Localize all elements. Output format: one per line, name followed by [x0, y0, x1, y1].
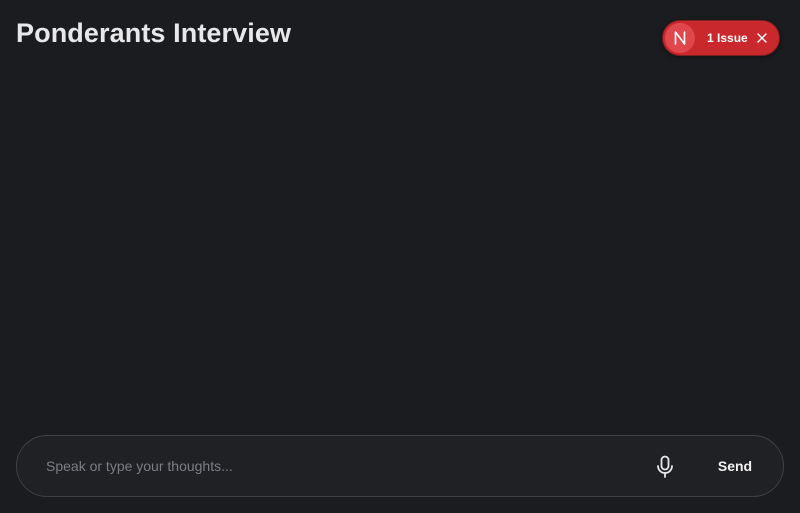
message-input[interactable]: [45, 450, 626, 482]
logo-letter: [674, 31, 686, 45]
microphone-button[interactable]: [651, 453, 679, 481]
interview-app: Ponderants Interview 1 Issue Send: [0, 0, 800, 513]
page-title: Ponderants Interview: [16, 18, 292, 48]
close-icon[interactable]: [756, 32, 768, 44]
send-button[interactable]: Send: [707, 452, 763, 480]
microphone-icon: [657, 455, 673, 478]
message-composer: Send: [16, 435, 784, 497]
issues-count-label[interactable]: 1 Issue: [707, 21, 748, 55]
nextjs-logo-icon[interactable]: [665, 23, 695, 53]
issues-badge[interactable]: 1 Issue: [662, 20, 780, 56]
